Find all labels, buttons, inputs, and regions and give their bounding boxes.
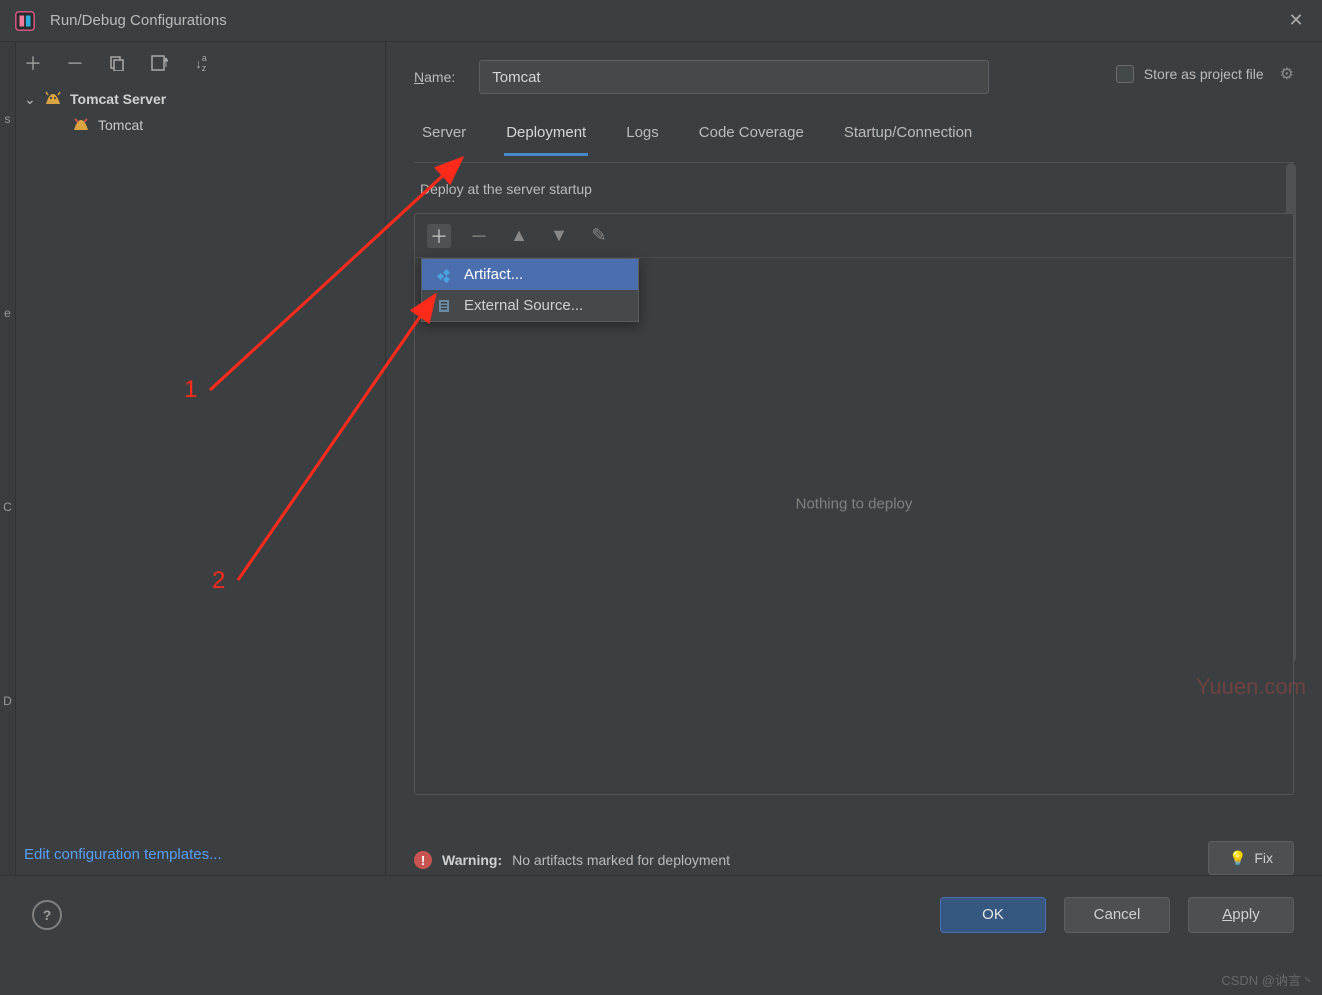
popup-item-artifact[interactable]: Artifact... [422,259,638,290]
deploy-section-label: Deploy at the server startup [414,181,1294,197]
gutter-letter: C [3,500,12,514]
store-checkbox[interactable] [1116,65,1134,83]
left-gutter: s e C D [0,42,16,875]
app-icon [14,10,36,32]
gear-icon[interactable]: ⚙ [1280,64,1294,84]
fix-label: Fix [1254,850,1273,866]
deploy-box: ＋ － ▲ ▼ ✎ Artifact... [414,213,1294,795]
remove-config-button[interactable]: － [64,52,86,74]
ok-button[interactable]: OK [940,897,1046,933]
main-area: s e C D ＋ － ↓az ⌄ [0,42,1322,875]
tomcat-icon [72,116,90,134]
tab-startup-connection[interactable]: Startup/Connection [842,118,974,156]
artifact-icon [436,267,452,283]
chevron-down-icon: ⌄ [24,91,36,108]
tree-group-tomcat-server[interactable]: ⌄ Tomcat Server [24,86,385,112]
tab-logs[interactable]: Logs [624,118,661,156]
save-config-button[interactable] [148,52,170,74]
tab-deployment[interactable]: Deployment [504,118,588,156]
warning-label: Warning: [442,852,502,868]
name-input[interactable] [479,60,989,94]
footer: ? OK Cancel Apply [0,875,1322,953]
store-label: Store as project file [1144,66,1264,82]
window-title: Run/Debug Configurations [50,12,1284,29]
gutter-letter: e [4,306,11,320]
tabs: Server Deployment Logs Code Coverage Sta… [414,112,1294,156]
warning-icon: ! [414,851,432,869]
cancel-button[interactable]: Cancel [1064,897,1170,933]
name-label: Name: [414,69,455,85]
help-button[interactable]: ? [32,900,62,930]
popup-item-label: Artifact... [464,266,523,283]
tab-content: Deploy at the server startup ＋ － ▲ ▼ ✎ [414,162,1294,795]
tomcat-icon [44,90,62,108]
lightbulb-icon: 💡 [1229,850,1246,867]
tab-server[interactable]: Server [420,118,468,156]
deploy-up-button[interactable]: ▲ [507,224,531,248]
add-config-button[interactable]: ＋ [22,52,44,74]
popup-item-label: External Source... [464,297,583,314]
add-popup-menu: Artifact... External Source... [421,258,639,322]
fix-button[interactable]: 💡 Fix [1208,841,1294,875]
watermark: CSDN @讷言丶 [1221,970,1314,989]
deploy-add-button[interactable]: ＋ [427,224,451,248]
apply-button[interactable]: Apply [1188,897,1294,933]
right-panel: Name: Store as project file ⚙ Server Dep… [386,42,1322,875]
tree-item-tomcat[interactable]: Tomcat [72,112,385,138]
tree-item-label: Tomcat [98,117,143,133]
edit-templates-link[interactable]: Edit configuration templates... [24,846,222,863]
config-tree: ⌄ Tomcat Server Tomcat [0,84,385,138]
titlebar: Run/Debug Configurations ✕ [0,0,1322,42]
warning-text: No artifacts marked for deployment [512,852,730,868]
deploy-down-button[interactable]: ▼ [547,224,571,248]
store-project-file-row: Store as project file ⚙ [1116,64,1294,84]
deploy-empty-text: Nothing to deploy [415,496,1293,513]
left-panel: s e C D ＋ － ↓az ⌄ [0,42,386,875]
gutter-letter: D [3,694,12,708]
left-toolbar: ＋ － ↓az [0,46,385,84]
external-source-icon [436,298,452,314]
gutter-letter: s [5,112,11,126]
popup-item-external-source[interactable]: External Source... [422,290,638,321]
sort-config-button[interactable]: ↓az [190,52,212,74]
deploy-toolbar: ＋ － ▲ ▼ ✎ [415,214,1293,258]
warning-row: ! Warning: No artifacts marked for deplo… [414,851,730,869]
tab-code-coverage[interactable]: Code Coverage [697,118,806,156]
deploy-remove-button[interactable]: － [467,224,491,248]
tree-group-label: Tomcat Server [70,91,166,107]
deploy-edit-button[interactable]: ✎ [587,224,611,248]
copy-config-button[interactable] [106,52,128,74]
close-icon[interactable]: ✕ [1284,10,1308,31]
